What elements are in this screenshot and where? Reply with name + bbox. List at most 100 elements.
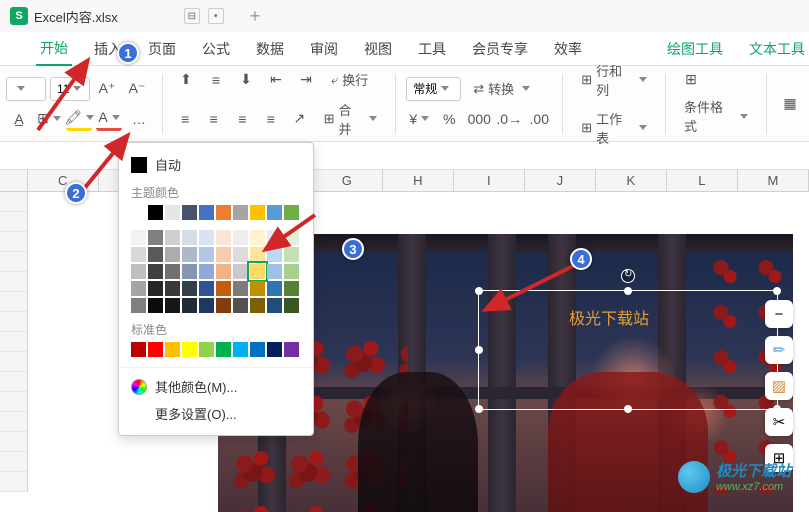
currency-icon[interactable]: ¥: [406, 107, 432, 131]
color-swatch[interactable]: [233, 342, 248, 357]
color-swatch[interactable]: [182, 298, 197, 313]
menu-efficiency[interactable]: 效率: [550, 33, 586, 65]
color-swatch[interactable]: [131, 281, 146, 296]
color-swatch[interactable]: [131, 342, 146, 357]
styles-icon[interactable]: ▦: [777, 92, 803, 116]
color-swatch[interactable]: [250, 230, 265, 245]
color-swatch[interactable]: [165, 205, 180, 220]
float-bucket-icon[interactable]: ▨: [765, 372, 793, 400]
color-swatch[interactable]: [216, 264, 231, 279]
cond-format-button[interactable]: 条件格式: [676, 95, 756, 137]
color-swatch[interactable]: [182, 264, 197, 279]
convert-button[interactable]: ⇄ 转换: [465, 77, 538, 100]
menu-draw-tools[interactable]: 绘图工具: [663, 33, 727, 65]
row-header[interactable]: [0, 392, 28, 412]
float-minus-icon[interactable]: −: [765, 300, 793, 328]
color-swatch[interactable]: [199, 281, 214, 296]
align-right-icon[interactable]: ≡: [230, 107, 255, 131]
color-swatch[interactable]: [216, 281, 231, 296]
align-left-icon[interactable]: ≡: [173, 107, 198, 131]
menu-view[interactable]: 视图: [360, 33, 396, 65]
color-swatch[interactable]: [216, 205, 231, 220]
col-header[interactable]: K: [596, 170, 667, 191]
decrease-font-icon[interactable]: A⁻: [124, 77, 150, 101]
merge-button[interactable]: ⊞ 合并: [316, 98, 386, 140]
indent-decrease-icon[interactable]: ⇤: [263, 68, 289, 92]
resize-handle[interactable]: [773, 287, 781, 295]
menu-data[interactable]: 数据: [252, 33, 288, 65]
color-swatch[interactable]: [267, 205, 282, 220]
color-swatch[interactable]: [233, 298, 248, 313]
row-header[interactable]: [0, 332, 28, 352]
color-swatch[interactable]: [216, 247, 231, 262]
auto-color-row[interactable]: 自动: [119, 151, 313, 178]
color-swatch[interactable]: [284, 205, 299, 220]
indent-increase-icon[interactable]: ⇥: [293, 68, 319, 92]
color-swatch[interactable]: [267, 298, 282, 313]
borders-icon[interactable]: ⊞: [36, 107, 62, 131]
color-swatch[interactable]: [165, 298, 180, 313]
row-header[interactable]: [0, 232, 28, 252]
font-style-a-icon[interactable]: A̲: [6, 107, 32, 131]
row-header[interactable]: [0, 212, 28, 232]
color-swatch[interactable]: [250, 205, 265, 220]
color-swatch[interactable]: [216, 230, 231, 245]
align-bottom-icon[interactable]: ⬇: [233, 68, 259, 92]
tab-split-icon[interactable]: ⊟: [184, 8, 200, 24]
col-header[interactable]: [0, 170, 28, 191]
color-swatch[interactable]: [233, 264, 248, 279]
more-font-icon[interactable]: …: [126, 107, 152, 131]
menu-vip[interactable]: 会员专享: [468, 33, 532, 65]
color-swatch[interactable]: [165, 342, 180, 357]
color-swatch[interactable]: [182, 230, 197, 245]
color-swatch[interactable]: [182, 205, 197, 220]
align-top-icon[interactable]: ⬆: [173, 68, 199, 92]
increase-font-icon[interactable]: A⁺: [94, 77, 120, 101]
more-colors-row[interactable]: 其他颜色(M)...: [119, 373, 313, 400]
color-swatch[interactable]: [267, 230, 282, 245]
color-swatch[interactable]: [267, 342, 282, 357]
color-swatch[interactable]: [267, 247, 282, 262]
color-swatch[interactable]: [131, 205, 146, 220]
thousands-icon[interactable]: 000: [466, 107, 492, 131]
color-swatch[interactable]: [199, 247, 214, 262]
orientation-icon[interactable]: ↗: [287, 107, 312, 131]
highlight-color-icon[interactable]: 🖍: [66, 107, 92, 131]
increase-decimal-icon[interactable]: .0→: [496, 107, 522, 131]
color-swatch[interactable]: [284, 264, 299, 279]
col-header[interactable]: G: [312, 170, 383, 191]
color-swatch[interactable]: [131, 230, 146, 245]
menu-tools[interactable]: 工具: [414, 33, 450, 65]
color-swatch[interactable]: [148, 230, 163, 245]
color-swatch[interactable]: [199, 264, 214, 279]
menu-text-tools[interactable]: 文本工具: [745, 33, 809, 65]
color-swatch[interactable]: [148, 342, 163, 357]
menu-start[interactable]: 开始: [36, 32, 72, 66]
color-swatch[interactable]: [148, 247, 163, 262]
color-swatch[interactable]: [165, 230, 180, 245]
font-name-select[interactable]: [6, 77, 46, 101]
color-swatch[interactable]: [267, 281, 282, 296]
more-settings-row[interactable]: 更多设置(O)...: [119, 400, 313, 427]
color-swatch[interactable]: [131, 298, 146, 313]
color-swatch[interactable]: [233, 205, 248, 220]
color-swatch[interactable]: [284, 281, 299, 296]
col-header[interactable]: J: [525, 170, 596, 191]
float-crop-icon[interactable]: ✂: [765, 408, 793, 436]
wrap-text-button[interactable]: ⤶ 换行: [323, 68, 376, 91]
color-swatch[interactable]: [131, 264, 146, 279]
color-swatch[interactable]: [250, 264, 265, 279]
align-center-icon[interactable]: ≡: [201, 107, 226, 131]
color-swatch[interactable]: [216, 298, 231, 313]
color-swatch[interactable]: [233, 230, 248, 245]
color-swatch[interactable]: [199, 298, 214, 313]
color-swatch[interactable]: [233, 247, 248, 262]
percent-icon[interactable]: %: [436, 107, 462, 131]
color-swatch[interactable]: [284, 247, 299, 262]
worksheet-button[interactable]: ⊞ 工作表: [573, 107, 655, 149]
color-swatch[interactable]: [250, 298, 265, 313]
color-swatch[interactable]: [182, 281, 197, 296]
color-swatch[interactable]: [182, 342, 197, 357]
float-eyedropper-icon[interactable]: ✏: [765, 336, 793, 364]
row-header[interactable]: [0, 452, 28, 472]
